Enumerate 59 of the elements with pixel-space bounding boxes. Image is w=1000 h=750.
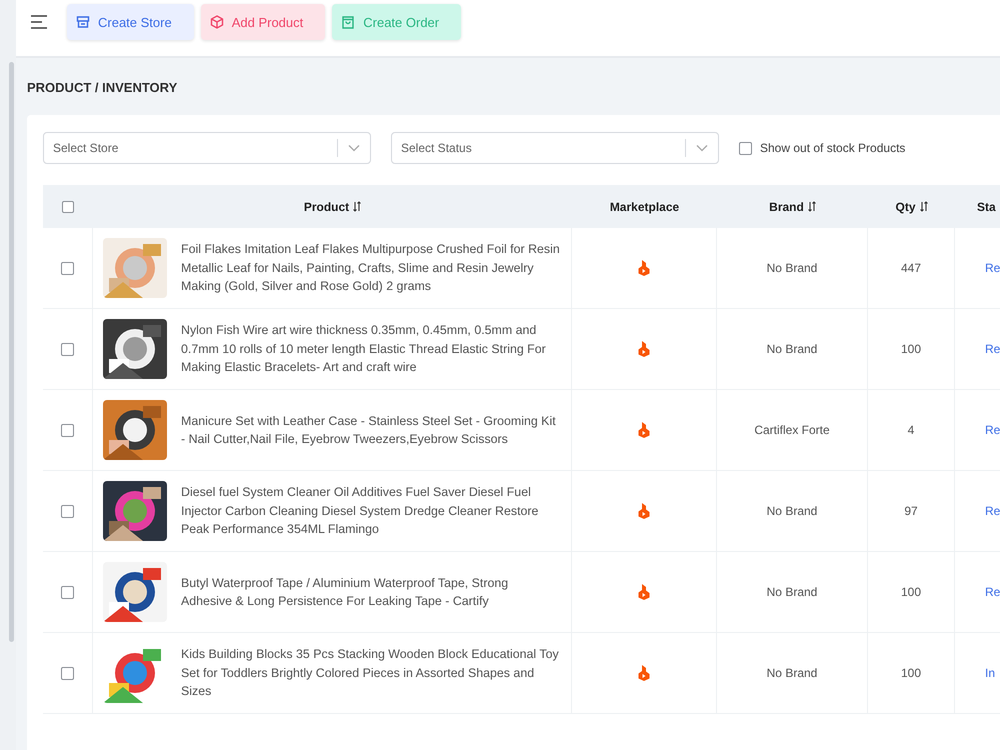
scrollbar[interactable] xyxy=(8,62,14,642)
column-header: Sta xyxy=(977,200,996,214)
brand-text: No Brand xyxy=(766,342,818,356)
store-icon xyxy=(76,15,90,29)
marketplace-logo-icon xyxy=(638,260,650,276)
marketplace-logo-icon xyxy=(638,584,650,600)
column-header: Product xyxy=(304,200,350,214)
status-link[interactable]: In xyxy=(985,666,996,680)
checkbox[interactable] xyxy=(61,586,74,598)
select-dropdown[interactable]: Select Store xyxy=(43,132,371,164)
toolbar-button[interactable]: Create Store xyxy=(67,4,194,40)
checkbox[interactable] xyxy=(739,142,752,154)
checkbox[interactable] xyxy=(61,262,74,274)
checkbox-label: Show out of stock Products xyxy=(760,141,906,155)
checkbox[interactable] xyxy=(61,424,74,436)
column-header: Marketplace xyxy=(610,200,680,214)
product-name: Kids Building Blocks 35 Pcs Stacking Wooden Block Educational Toy Set for Toddlers Brightly Colored Pieces in Assorted Shapes and Sizes xyxy=(181,646,560,700)
status-link[interactable]: Re xyxy=(985,342,1000,356)
brand-text: No Brand xyxy=(766,504,818,518)
marketplace-logo-icon xyxy=(638,341,650,357)
qty-text: 4 xyxy=(908,423,914,437)
brand-text: Cartiflex Forte xyxy=(754,423,830,437)
shopping-bag-icon xyxy=(341,15,356,29)
checkbox[interactable] xyxy=(61,666,74,680)
qty-text: 447 xyxy=(900,261,922,275)
status-link[interactable]: Re xyxy=(985,585,1000,599)
chevron-down-icon[interactable] xyxy=(696,144,708,152)
column-header: Brand xyxy=(769,200,804,214)
sort-icon[interactable] xyxy=(353,201,362,212)
marketplace-logo-icon xyxy=(638,422,650,438)
brand-text: No Brand xyxy=(766,585,818,599)
brand-text: No Brand xyxy=(766,666,818,680)
menu-icon[interactable] xyxy=(30,14,48,30)
column-header: Qty xyxy=(895,200,916,214)
product-name: Nylon Fish Wire art wire thickness 0.35mm, 0.45mm, 0.5mm and 0.7mm 10 rolls of 10 meter length Elastic Thread Elastic String For Making Elastic Bracelets- Art and craft wire xyxy=(181,322,547,376)
brand-text: No Brand xyxy=(766,261,818,275)
product-name: Manicure Set with Leather Case - Stainless Steel Set - Grooming Kit - Nail Cutter,Nail File, Eyebrow Tweezers,Eyebrow Scissors xyxy=(181,412,557,448)
sort-icon[interactable] xyxy=(808,201,816,212)
page-title: PRODUCT / INVENTORY xyxy=(27,79,178,95)
checkbox[interactable] xyxy=(61,504,74,518)
chevron-down-icon[interactable] xyxy=(348,144,360,152)
select-dropdown[interactable]: Select Status xyxy=(391,132,719,164)
qty-text: 100 xyxy=(900,666,922,680)
status-link[interactable]: Re xyxy=(985,504,1000,518)
product-name: Diesel fuel System Cleaner Oil Additives Fuel Saver Diesel Fuel Injector Carbon Cleaning Diesel System Dredge Cleaner Restore Peak Performance 354ML Flamingo xyxy=(181,484,540,538)
checkbox[interactable] xyxy=(62,200,74,212)
toolbar-button[interactable]: Add Product xyxy=(200,4,326,40)
qty-text: 100 xyxy=(900,585,922,599)
qty-text: 97 xyxy=(904,504,918,518)
box-icon xyxy=(210,15,224,29)
sort-icon[interactable] xyxy=(920,201,928,212)
product-name: Butyl Waterproof Tape / Aluminium Waterproof Tape, Strong Adhesive & Long Persistence For Leaking Tape - Cartify xyxy=(181,574,510,610)
product-name: Foil Flakes Imitation Leaf Flakes Multipurpose Crushed Foil for Resin Metallic Leaf for Nails, Painting, Crafts, Slime and Resin Jewelry Making (Gold, Silver and Rose Gold) 2 grams xyxy=(181,241,561,296)
qty-text: 100 xyxy=(900,342,922,356)
marketplace-logo-icon xyxy=(638,503,650,519)
checkbox[interactable] xyxy=(61,342,74,356)
marketplace-logo-icon xyxy=(638,665,650,681)
status-link[interactable]: Re xyxy=(985,423,1000,437)
status-link[interactable]: Re xyxy=(985,261,1000,275)
